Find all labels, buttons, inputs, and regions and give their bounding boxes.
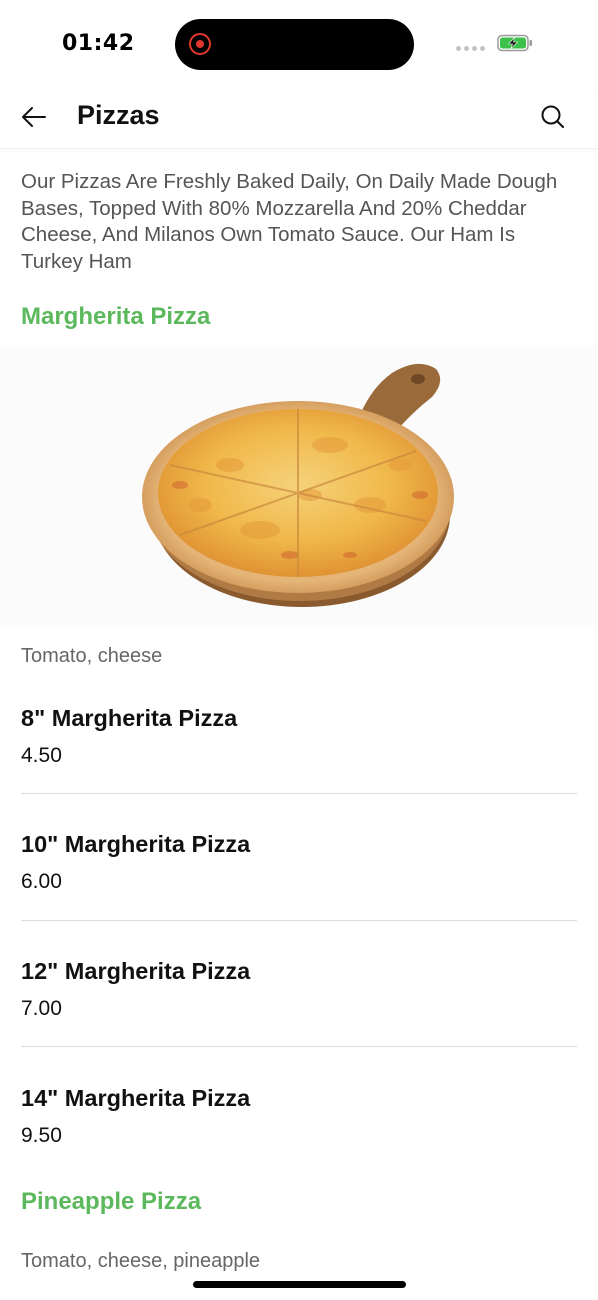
dynamic-island: [175, 19, 414, 70]
page-title: Pizzas: [77, 100, 160, 130]
menu-item-price: 6.00: [21, 870, 62, 893]
home-indicator[interactable]: [193, 1281, 406, 1288]
section-description-margherita: Tomato, cheese: [21, 645, 163, 667]
menu-item-price: 4.50: [21, 744, 62, 767]
margherita-pizza-image: [142, 363, 454, 607]
divider: [21, 793, 577, 794]
menu-item[interactable]: 10" Margherita Pizza 6.00: [21, 831, 577, 957]
menu-item-price: 9.50: [21, 1124, 62, 1147]
status-bar: 01:42: [0, 0, 598, 90]
battery-charging-icon: [497, 34, 532, 52]
menu-item-name: 10" Margherita Pizza: [21, 831, 251, 857]
menu-item-name: 8" Margherita Pizza: [21, 705, 238, 731]
menu-item-name: 14" Margherita Pizza: [21, 1085, 251, 1111]
arrow-left-icon[interactable]: [18, 102, 52, 132]
screen-recording-icon: [189, 33, 211, 55]
status-time: 01:42: [62, 31, 135, 56]
divider: [21, 1046, 577, 1047]
menu-item-price: 7.00: [21, 997, 62, 1020]
search-icon[interactable]: [538, 102, 568, 132]
app-header: Pizzas: [0, 90, 598, 149]
category-intro-text: Our Pizzas Are Freshly Baked Daily, On D…: [21, 170, 558, 273]
divider: [21, 920, 577, 921]
menu-item-name: 12" Margherita Pizza: [21, 958, 251, 984]
section-description-pineapple: Tomato, cheese, pineapple: [21, 1250, 261, 1272]
section-title-pineapple: Pineapple Pizza: [21, 1188, 202, 1215]
menu-item[interactable]: 8" Margherita Pizza 4.50: [21, 705, 577, 831]
section-title-margherita: Margherita Pizza: [21, 303, 211, 330]
menu-item[interactable]: 12" Margherita Pizza 7.00: [21, 958, 577, 1084]
pizza-image: [0, 345, 598, 625]
cellular-signal-icon: [456, 46, 485, 51]
